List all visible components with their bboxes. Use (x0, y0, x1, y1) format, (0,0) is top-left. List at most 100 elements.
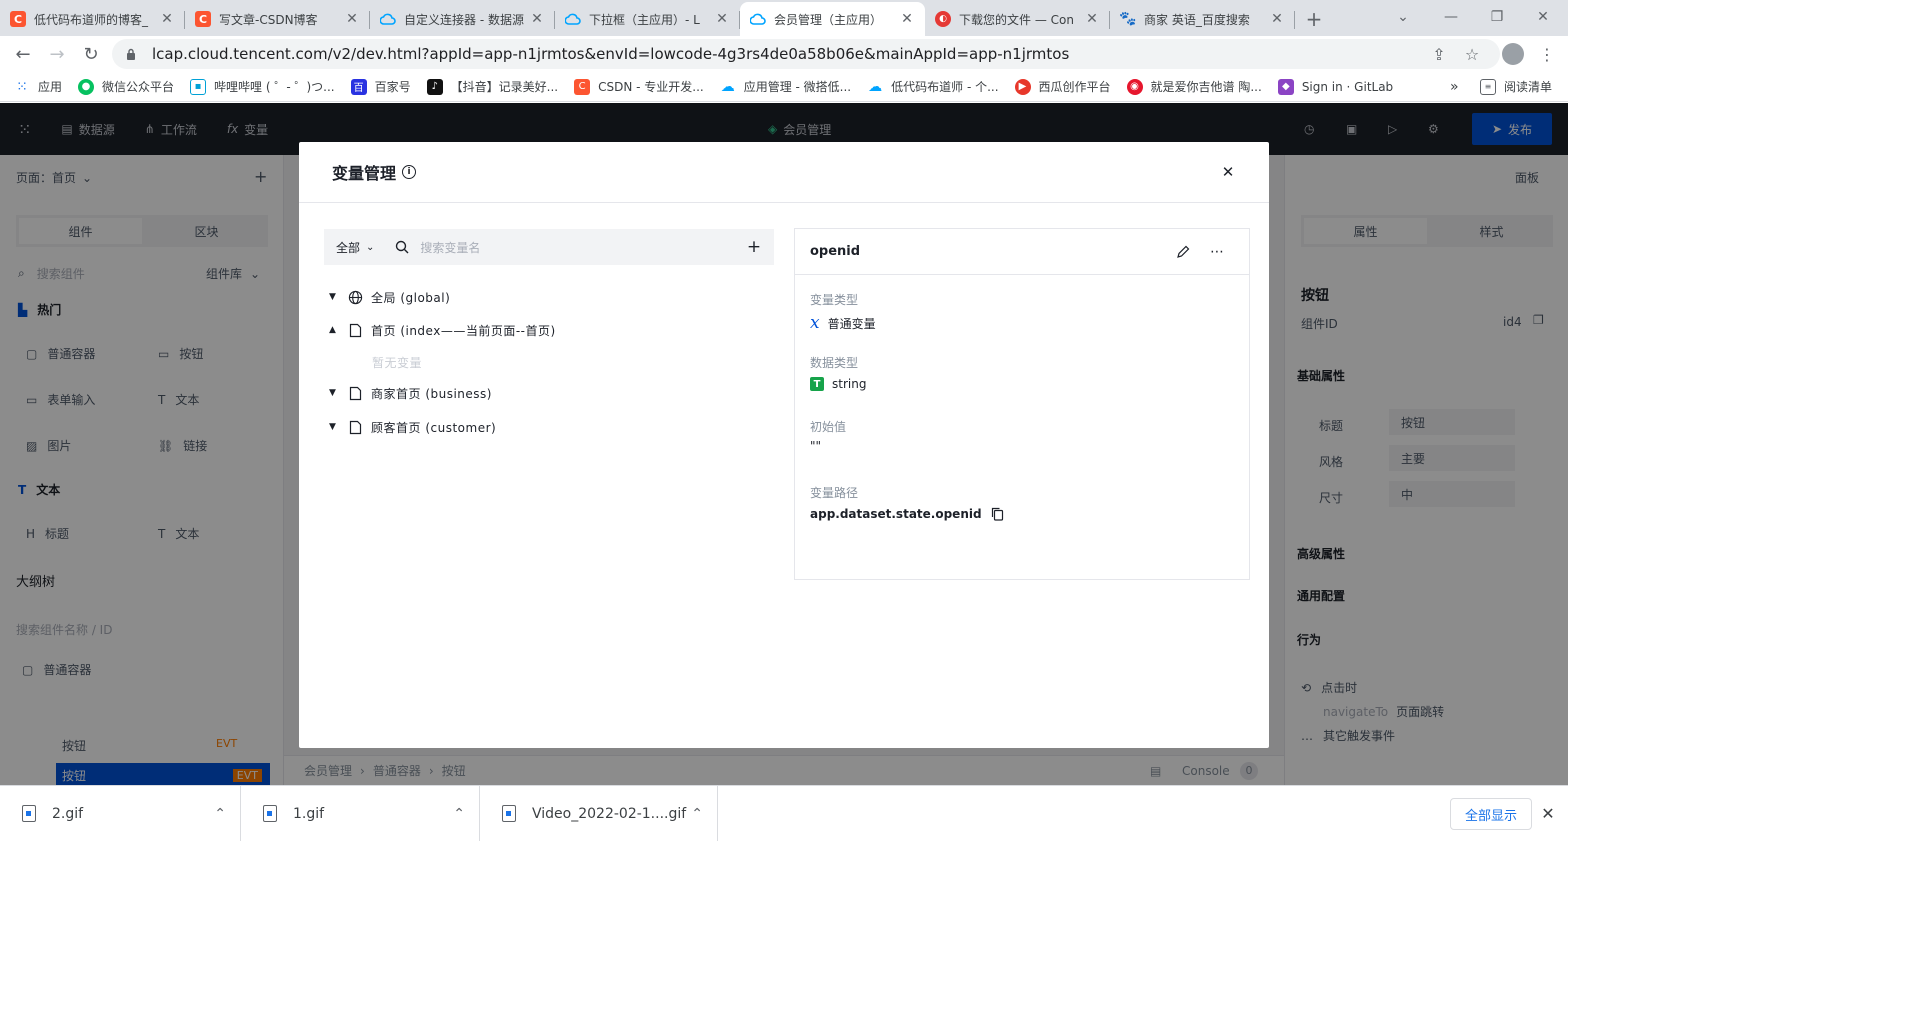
data-type-value: T string (810, 377, 866, 391)
variable-path-label: 变量路径 (810, 486, 859, 500)
browser-tab[interactable]: 下拉框（主应用）- L ✕ (555, 2, 740, 36)
string-type-icon: T (810, 377, 824, 391)
close-icon[interactable]: ✕ (1269, 11, 1285, 27)
more-options-icon[interactable]: ⋯ (1207, 242, 1227, 262)
menu-kebab-icon[interactable]: ⋮ (1530, 37, 1564, 71)
csdn-icon: C (10, 11, 26, 27)
baidu-icon: 🐾 (1119, 11, 1137, 27)
restore-icon[interactable]: ❐ (1474, 0, 1520, 34)
forward-icon[interactable]: → (40, 37, 74, 71)
tab-title: 自定义连接器 - 数据源 (404, 12, 524, 27)
tree-node-global[interactable]: ▼ 全局 (global) (329, 287, 450, 307)
bilibili-icon: ▪ (190, 78, 207, 95)
bookmark-item[interactable]: ♪ 【抖音】记录美好... (426, 78, 558, 95)
var-type-value: x 普通变量 (810, 313, 876, 333)
show-all-button[interactable]: 全部显示 (1450, 798, 1532, 830)
caret-down-icon[interactable]: ▼ (329, 292, 341, 302)
bookmarks-more[interactable]: » (1450, 79, 1459, 95)
caret-down-icon[interactable]: ▼ (329, 388, 341, 398)
edit-pencil-icon[interactable] (1175, 244, 1191, 260)
cloud-icon: ☁ (720, 78, 735, 95)
bookmark-item[interactable]: ☁ 应用管理 - 微搭低... (720, 78, 851, 95)
bookmark-item[interactable]: ▪ 哔哩哔哩 ( ゜- ゜)つ... (190, 78, 335, 95)
browser-tab[interactable]: C 写文章-CSDN博客 ✕ (185, 2, 370, 36)
chevron-up-icon[interactable]: ⌃ (453, 806, 465, 822)
minimize-icon[interactable]: — (1428, 0, 1474, 34)
tree-node-customer[interactable]: ▼ 顾客首页 (customer) (329, 417, 496, 437)
reload-icon[interactable]: ↻ (74, 37, 108, 71)
caret-down-icon[interactable]: ▼ (329, 422, 341, 432)
browser-tab-strip: C 低代码布道师的博客_ ✕ C 写文章-CSDN博客 ✕ 自定义连接器 - 数… (0, 0, 1568, 36)
download-item[interactable]: 2.gif ⌃ (0, 786, 241, 841)
file-icon (502, 805, 516, 822)
lock-icon (124, 47, 138, 61)
download-filename: 1.gif (293, 805, 325, 822)
url-text: lcap.cloud.tencent.com/v2/dev.html?appId… (152, 45, 1070, 63)
browser-tab[interactable]: C 低代码布道师的博客_ ✕ (0, 2, 185, 36)
csdn-icon: C (574, 78, 591, 95)
browser-tab[interactable]: 🐾 商家 英语_百度搜索 ✕ (1110, 2, 1295, 36)
profile-icon[interactable] (1496, 37, 1530, 71)
apps-grid-icon: ⁙ (16, 78, 28, 95)
close-icon[interactable]: ✕ (899, 11, 915, 27)
cloud-icon (565, 11, 581, 27)
dialog-header: 变量管理 i ✕ (299, 142, 1269, 203)
douyin-icon: ♪ (426, 78, 443, 95)
download-item[interactable]: 1.gif ⌃ (241, 786, 480, 841)
tab-title: 会员管理（主应用） (774, 12, 883, 27)
bookmark-item[interactable]: ☁ 低代码布道师 - 个... (867, 78, 998, 95)
initial-value-label: 初始值 (810, 420, 847, 434)
new-tab-button[interactable]: + (1299, 2, 1329, 36)
tab-search-icon[interactable]: ⌄ (1380, 0, 1426, 34)
close-window-icon[interactable]: ✕ (1520, 0, 1566, 34)
close-icon[interactable]: ✕ (344, 11, 360, 27)
browser-tab[interactable]: ◐ 下载您的文件 — Con ✕ (925, 2, 1110, 36)
bookmark-apps[interactable]: ⁙ 应用 (14, 78, 62, 95)
reading-list[interactable]: ≡ 阅读清单 (1480, 78, 1552, 95)
bookmark-item[interactable]: ◉ 就是爱你吉他谱 陶... (1126, 78, 1262, 95)
back-icon[interactable]: ← (6, 37, 40, 71)
download-item[interactable]: Video_2022-02-1....gif ⌃ (480, 786, 718, 841)
bookmark-item[interactable]: ● 微信公众平台 (78, 78, 174, 95)
download-shelf: 2.gif ⌃ 1.gif ⌃ Video_2022-02-1....gif ⌃… (0, 785, 1568, 841)
tree-node-index[interactable]: ▲ 首页 (index——当前页面--首页) (329, 320, 556, 340)
info-icon[interactable]: i (402, 165, 417, 179)
wechat-icon: ● (78, 78, 95, 95)
scope-filter-dropdown[interactable]: 全部 ⌄ (336, 239, 374, 256)
browser-toolbar: ← → ↻ lcap.cloud.tencent.com/v2/dev.html… (0, 36, 1568, 72)
close-icon[interactable]: ✕ (714, 11, 730, 27)
address-bar[interactable]: lcap.cloud.tencent.com/v2/dev.html?appId… (112, 39, 1500, 69)
bookmark-star-icon[interactable]: ☆ (1455, 37, 1489, 71)
close-icon[interactable]: ✕ (1538, 803, 1558, 823)
bookmark-item[interactable]: C CSDN - 专业开发... (574, 78, 704, 95)
gitlab-icon: ◆ (1277, 78, 1294, 95)
bookmark-item[interactable]: ▶ 西瓜创作平台 (1014, 78, 1111, 95)
tree-node-business[interactable]: ▼ 商家首页 (business) (329, 383, 492, 403)
tree-node-label: 商家首页 (business) (371, 386, 492, 401)
add-variable-icon[interactable]: + (744, 237, 764, 257)
browser-tab[interactable]: 自定义连接器 - 数据源 ✕ (370, 2, 555, 36)
cloud-icon (750, 11, 766, 27)
copy-icon[interactable] (990, 506, 1006, 522)
bookmark-item[interactable]: ◆ Sign in · GitLab (1277, 78, 1393, 95)
page-icon (347, 385, 363, 401)
detail-header: openid ⋯ (795, 229, 1249, 275)
file-icon (22, 805, 36, 822)
tab-title: 低代码布道师的博客_ (34, 12, 149, 27)
search-input[interactable]: 搜索变量名 (420, 239, 744, 256)
variable-detail-card: openid ⋯ 变量类型 x 普通变量 数据类型 T string 初始值 "… (794, 228, 1250, 580)
caret-up-icon[interactable]: ▲ (329, 325, 341, 335)
close-icon[interactable]: ✕ (529, 11, 545, 27)
close-icon[interactable]: ✕ (159, 11, 175, 27)
chevron-up-icon[interactable]: ⌃ (691, 806, 703, 822)
chevron-down-icon: ⌄ (366, 241, 375, 253)
close-icon[interactable]: ✕ (1219, 163, 1237, 181)
bookmark-item[interactable]: 百百家号 (350, 78, 411, 95)
chevron-up-icon[interactable]: ⌃ (214, 806, 226, 822)
browser-tab-active[interactable]: 会员管理（主应用） ✕ (740, 2, 925, 36)
share-icon[interactable]: ⇪ (1422, 37, 1456, 71)
download-filename: 2.gif (52, 805, 84, 822)
close-icon[interactable]: ✕ (1084, 11, 1100, 27)
search-icon (394, 239, 410, 255)
tab-title: 写文章-CSDN博客 (219, 12, 318, 27)
